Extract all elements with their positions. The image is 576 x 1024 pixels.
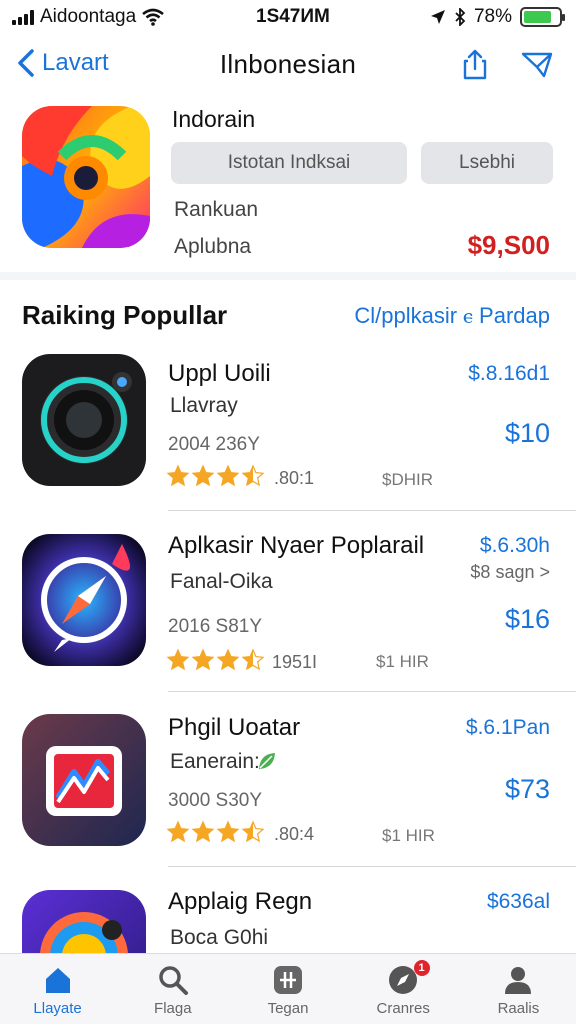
- plus-square-icon: [274, 966, 302, 994]
- tab-add[interactable]: Tegan: [230, 954, 345, 1024]
- star-icon: [166, 820, 190, 843]
- bluetooth-icon: [455, 8, 466, 26]
- rating-text: 1951I: [272, 652, 318, 672]
- star-icon: [166, 648, 190, 671]
- app-size: $1 HIR: [376, 652, 429, 671]
- battery-icon: [520, 7, 565, 27]
- status-left: Aidoontaga: [12, 6, 164, 28]
- swirl-logo-icon: [22, 106, 150, 248]
- rating-stars: [166, 820, 265, 844]
- featured-subtitle: Aplubna: [174, 235, 252, 258]
- featured-app-name: Indorain: [172, 106, 256, 132]
- compass-icon: [22, 534, 146, 666]
- status-bar: Aidoontaga 1S47ИM 78%: [0, 0, 576, 34]
- status-time: 1S47ИM: [256, 6, 330, 27]
- section-title: Raiking Popullar: [22, 300, 228, 330]
- star-icon: [191, 648, 215, 671]
- app-name: Uppl Uoili: [168, 360, 271, 387]
- featured-price: $9,S00: [467, 230, 550, 260]
- nav-actions: [458, 48, 554, 82]
- app-developer: Fanal-Oika: [170, 570, 273, 593]
- app-date: 2004 236Y: [168, 434, 260, 455]
- globe-camera-icon: [22, 890, 146, 954]
- price-button[interactable]: $16: [505, 604, 550, 635]
- app-name: Phgil Uoatar: [168, 714, 301, 741]
- star-icon: [241, 820, 265, 843]
- tab-home[interactable]: Llayate: [0, 954, 115, 1024]
- price-small: $636al: [486, 890, 550, 913]
- featured-app-icon[interactable]: [22, 106, 150, 248]
- chart-card-icon: [22, 714, 146, 846]
- nav-bar: Lavart Ilnbonesian: [0, 40, 576, 90]
- tab-label: Flaga: [154, 1000, 192, 1017]
- rating-text: .80:1: [274, 468, 315, 488]
- list-item[interactable]: Aplkasir Nyaer Poplarail Fanal-Oika 2016…: [0, 530, 576, 692]
- app-date: 3000 S30Y: [168, 790, 263, 811]
- section-header: Raiking Popullar Cl/pplkasir ⲉ Pardap: [22, 300, 550, 334]
- home-icon: [45, 968, 70, 993]
- list-item[interactable]: Applaig Regn Boca G0hi $636al: [0, 886, 576, 954]
- tab-search[interactable]: Flaga: [115, 954, 230, 1024]
- signal-icon: [12, 9, 34, 25]
- app-size: $1 HIR: [382, 826, 435, 845]
- app-name: Applaig Regn: [168, 888, 313, 915]
- more-link[interactable]: $8 sagn >: [470, 562, 550, 583]
- app-date: 2016 S81Y: [168, 616, 263, 637]
- price-small: $.6.30h: [479, 534, 550, 557]
- see-all-link[interactable]: Cl/pplkasir ⲉ Pardap: [354, 303, 550, 329]
- star-icon: [191, 820, 215, 843]
- star-icon: [166, 464, 190, 487]
- price-button[interactable]: $73: [505, 774, 550, 805]
- tab-profile[interactable]: Raalis: [461, 954, 576, 1024]
- featured-rank: Rankuan: [174, 198, 259, 221]
- status-right: 78%: [430, 6, 565, 28]
- row-separator: [168, 510, 576, 511]
- row-separator: [168, 866, 576, 867]
- star-icon: [216, 820, 240, 843]
- price-small: $.6.1Pan: [465, 716, 550, 739]
- tab-label: Tegan: [267, 1000, 309, 1017]
- star-icon: [216, 464, 240, 487]
- send-icon[interactable]: [520, 48, 554, 82]
- leaf-icon: [259, 753, 275, 769]
- app-developer: Llavray: [170, 394, 238, 417]
- battery-fill: [524, 11, 551, 23]
- price-small: $.8.16d1: [468, 362, 550, 385]
- rating-text: .80:4: [274, 824, 315, 844]
- share-icon[interactable]: [458, 48, 492, 82]
- app-name: Aplkasir Nyaer Poplarail: [168, 532, 425, 559]
- star-icon: [191, 464, 215, 487]
- notification-badge: 1: [413, 960, 430, 976]
- star-icon: [241, 648, 265, 671]
- secondary-button[interactable]: Lsebhi: [421, 142, 553, 184]
- location-arrow-icon: [430, 10, 445, 24]
- wifi-icon: [142, 8, 164, 26]
- app-developer: Boca G0hi: [170, 926, 269, 949]
- person-icon: [505, 967, 532, 994]
- install-button[interactable]: Istotan Indksai: [171, 142, 407, 184]
- rating-stars: [166, 648, 265, 672]
- app-size: $DHIR: [382, 470, 434, 489]
- row-separator: [168, 691, 576, 692]
- tab-bar: Llayate Flaga Tegan 1 Cranres Raalis: [0, 953, 576, 1024]
- price-button[interactable]: $10: [505, 418, 550, 449]
- star-icon: [241, 464, 265, 487]
- tab-label: Raalis: [497, 1000, 540, 1017]
- featured-app: Indorain Istotan Indksai Lsebhi Rankuan …: [0, 100, 576, 270]
- star-icon: [216, 648, 240, 671]
- list-item[interactable]: Phgil Uoatar Eanerain: 3000 S30Y .80:4 $…: [0, 712, 576, 868]
- tab-label: Cranres: [376, 1000, 430, 1017]
- carrier-name: Aidoontaga: [40, 6, 137, 27]
- rating-stars: [166, 464, 265, 488]
- tab-explore[interactable]: 1 Cranres: [346, 954, 461, 1024]
- battery-percent: 78%: [473, 6, 512, 27]
- search-icon: [159, 966, 188, 995]
- tab-label: Llayate: [33, 1000, 82, 1017]
- list-item[interactable]: Uppl Uoili Llavray 2004 236Y .80:1 $DHIR…: [0, 352, 576, 512]
- camera-lens-icon: [22, 354, 146, 486]
- app-developer: Eanerain:: [170, 750, 260, 773]
- section-divider: [0, 272, 576, 280]
